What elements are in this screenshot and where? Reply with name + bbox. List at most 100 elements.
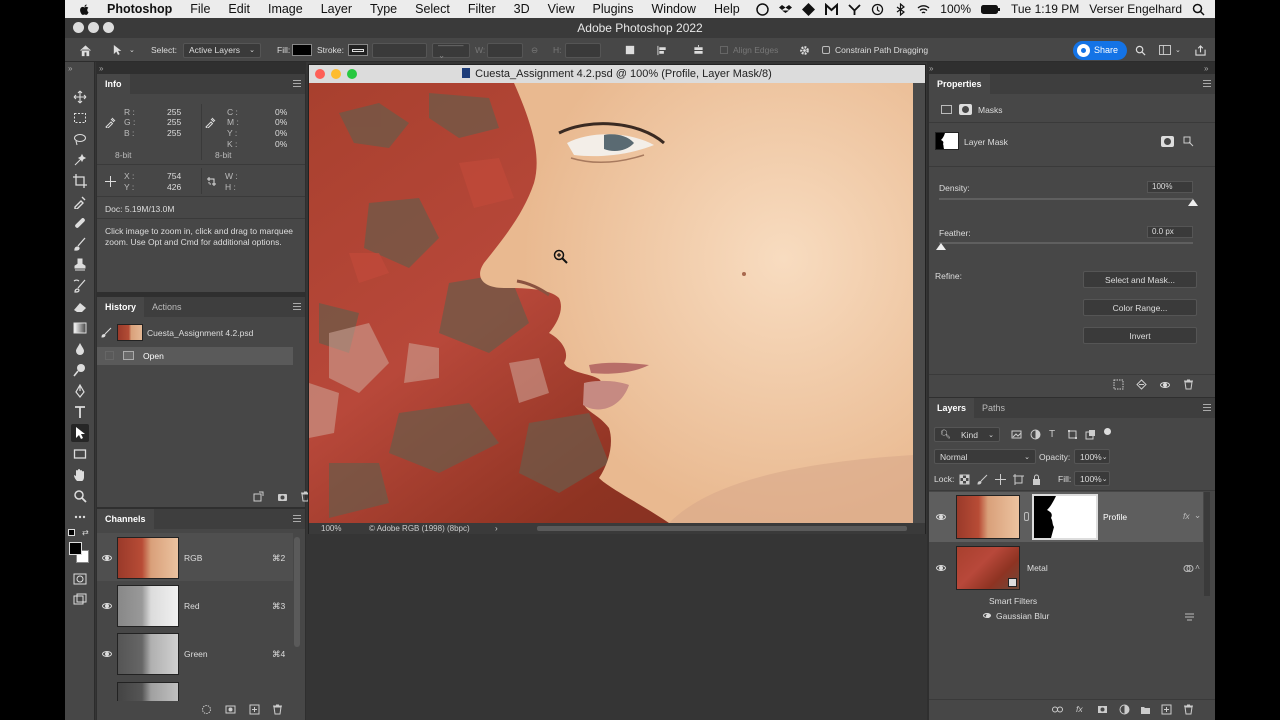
feather-slider-thumb[interactable]: [936, 243, 946, 250]
profile-layer-thumbnail[interactable]: [956, 495, 1020, 539]
hand-tool-icon[interactable]: [71, 466, 89, 484]
h-field[interactable]: [565, 42, 601, 58]
properties-panel-menu-icon[interactable]: [1203, 80, 1211, 87]
collapse-toolbar-icon[interactable]: »: [68, 64, 72, 73]
lasso-tool-icon[interactable]: [71, 130, 89, 148]
extension-icon[interactable]: [802, 2, 816, 16]
creative-cloud-icon[interactable]: [756, 2, 770, 16]
collapse-panels-icon[interactable]: »: [99, 64, 103, 73]
history-step-row[interactable]: Open: [97, 347, 293, 365]
menu-layer[interactable]: Layer: [321, 2, 352, 16]
expand-right-panels-icon[interactable]: »: [1204, 64, 1208, 73]
clock[interactable]: Tue 1:19 PM: [1011, 2, 1079, 16]
tab-channels[interactable]: Channels: [97, 509, 154, 529]
select-dropdown[interactable]: Active Layers ⌄: [183, 42, 261, 58]
gradient-tool-icon[interactable]: [71, 319, 89, 337]
spotlight-search-icon[interactable]: [1192, 3, 1205, 16]
layer-visibility-eye-icon[interactable]: [936, 565, 946, 571]
mask-link-icon[interactable]: [1024, 512, 1029, 521]
load-selection-from-mask-icon[interactable]: [1113, 379, 1124, 390]
delete-channel-icon[interactable]: [272, 704, 283, 715]
move-tool-icon[interactable]: [71, 88, 89, 106]
channels-scrollbar[interactable]: [294, 537, 300, 647]
path-selection-tool-icon[interactable]: [71, 424, 89, 442]
fill-swatch[interactable]: [292, 44, 312, 56]
tab-properties[interactable]: Properties: [929, 74, 990, 94]
lock-artboard-icon[interactable]: [1013, 474, 1024, 485]
link-icon[interactable]: ⊖: [531, 38, 538, 62]
tab-history[interactable]: History: [97, 297, 145, 317]
select-and-mask-button[interactable]: Select and Mask...: [1083, 271, 1197, 288]
filter-toggle-icon[interactable]: [1104, 428, 1111, 435]
type-tool-icon[interactable]: [71, 403, 89, 421]
channel-visibility-eye-icon[interactable]: [102, 603, 112, 609]
channels-panel-menu-icon[interactable]: [293, 515, 301, 522]
fill-field[interactable]: 100% ⌄: [1074, 471, 1110, 486]
tab-layers[interactable]: Layers: [929, 398, 975, 418]
menu-filter[interactable]: Filter: [468, 2, 496, 16]
dropbox-icon[interactable]: [779, 3, 793, 16]
layer-effects-fx-icon[interactable]: fx: [1183, 511, 1190, 521]
layers-panel-menu-icon[interactable]: [1203, 404, 1211, 411]
menu-edit[interactable]: Edit: [228, 2, 250, 16]
tab-info[interactable]: Info: [97, 74, 130, 94]
filter-visibility-eye-icon[interactable]: [983, 613, 991, 618]
menu-select[interactable]: Select: [415, 2, 450, 16]
menu-type[interactable]: Type: [370, 2, 397, 16]
menu-view[interactable]: View: [548, 2, 575, 16]
color-range-button[interactable]: Color Range...: [1083, 299, 1197, 316]
more-tools-icon[interactable]: [71, 508, 89, 526]
filter-adjustment-icon[interactable]: [1030, 429, 1041, 440]
marquee-tool-icon[interactable]: [71, 109, 89, 127]
eyedropper-tool-icon[interactable]: [71, 193, 89, 211]
crop-tool-icon[interactable]: [71, 172, 89, 190]
density-field[interactable]: 100%: [1147, 181, 1193, 193]
wifi-icon[interactable]: [917, 3, 930, 16]
blend-mode-dropdown[interactable]: Normal ⌄: [934, 449, 1036, 464]
share-button[interactable]: Share: [1073, 40, 1128, 60]
filter-kind-dropdown[interactable]: 🔍︎ Kind ⌄: [934, 427, 1000, 442]
delete-mask-icon[interactable]: [1183, 379, 1194, 390]
layer-name[interactable]: Profile: [1103, 512, 1127, 522]
save-selection-channel-icon[interactable]: [225, 704, 236, 715]
layer-row-profile[interactable]: Profile fx ⌄: [929, 492, 1203, 542]
add-vector-mask-icon[interactable]: [1183, 136, 1194, 147]
filter-type-icon[interactable]: T: [1049, 429, 1060, 440]
add-mask-icon[interactable]: [1097, 704, 1108, 715]
feather-slider[interactable]: [939, 242, 1193, 244]
lock-all-icon[interactable]: [1031, 474, 1042, 485]
metal-layer-thumbnail[interactable]: [956, 546, 1020, 590]
add-layer-style-icon[interactable]: fx: [1076, 704, 1083, 714]
foreground-color-swatch[interactable]: [69, 542, 82, 555]
collapse-filters-chevron-icon[interactable]: ˄: [1195, 562, 1200, 572]
channel-row-red[interactable]: Red ⌘3: [97, 582, 293, 630]
lock-pixels-icon[interactable]: [977, 474, 988, 485]
swap-colors-icon[interactable]: ⇄: [82, 528, 89, 537]
new-document-from-state-icon[interactable]: [253, 491, 264, 502]
new-adjustment-layer-icon[interactable]: [1119, 704, 1130, 715]
channel-visibility-eye-icon[interactable]: [102, 651, 112, 657]
clone-stamp-tool-icon[interactable]: [71, 256, 89, 274]
new-snapshot-icon[interactable]: [277, 491, 288, 502]
battery-icon[interactable]: [981, 3, 1001, 16]
document-horizontal-scrollbar[interactable]: [537, 526, 907, 531]
new-group-icon[interactable]: [1140, 704, 1151, 715]
quick-selection-tool-icon[interactable]: [71, 151, 89, 169]
zoom-window-button[interactable]: [103, 22, 114, 33]
new-channel-icon[interactable]: [249, 704, 260, 715]
mask-visibility-eye-icon[interactable]: [1160, 382, 1170, 388]
close-document-button[interactable]: [315, 69, 325, 79]
lock-position-icon[interactable]: [995, 474, 1006, 485]
status-menu-chevron-icon[interactable]: ›: [495, 523, 498, 534]
path-operations-icon[interactable]: [625, 38, 635, 62]
minimize-window-button[interactable]: [88, 22, 99, 33]
apply-mask-icon[interactable]: [1136, 379, 1147, 390]
history-panel-menu-icon[interactable]: [293, 303, 301, 310]
history-brush-tool-icon[interactable]: [71, 277, 89, 295]
density-slider[interactable]: [939, 198, 1193, 200]
load-channel-selection-icon[interactable]: [201, 704, 212, 715]
gear-icon[interactable]: [799, 38, 810, 62]
dodge-tool-icon[interactable]: [71, 361, 89, 379]
healing-brush-tool-icon[interactable]: [71, 214, 89, 232]
path-select-tool-icon[interactable]: ⌄: [113, 38, 135, 62]
